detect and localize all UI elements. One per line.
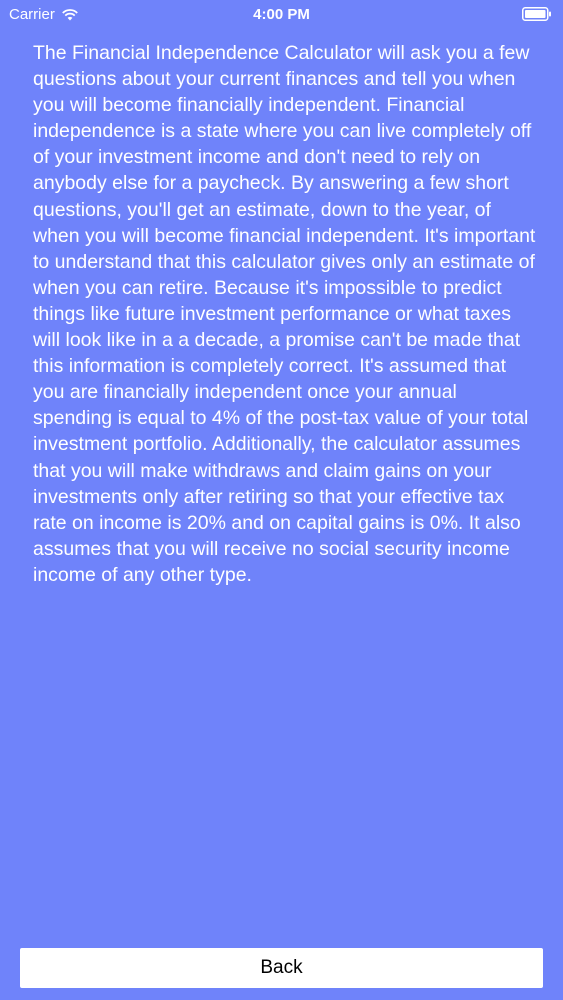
battery-full-icon bbox=[522, 7, 551, 21]
clock: 4:00 PM bbox=[253, 6, 310, 23]
back-button[interactable]: Back bbox=[20, 948, 543, 988]
description-paragraph: The Financial Independence Calculator wi… bbox=[33, 42, 536, 586]
status-bar: Carrier 4:00 PM bbox=[0, 0, 563, 30]
